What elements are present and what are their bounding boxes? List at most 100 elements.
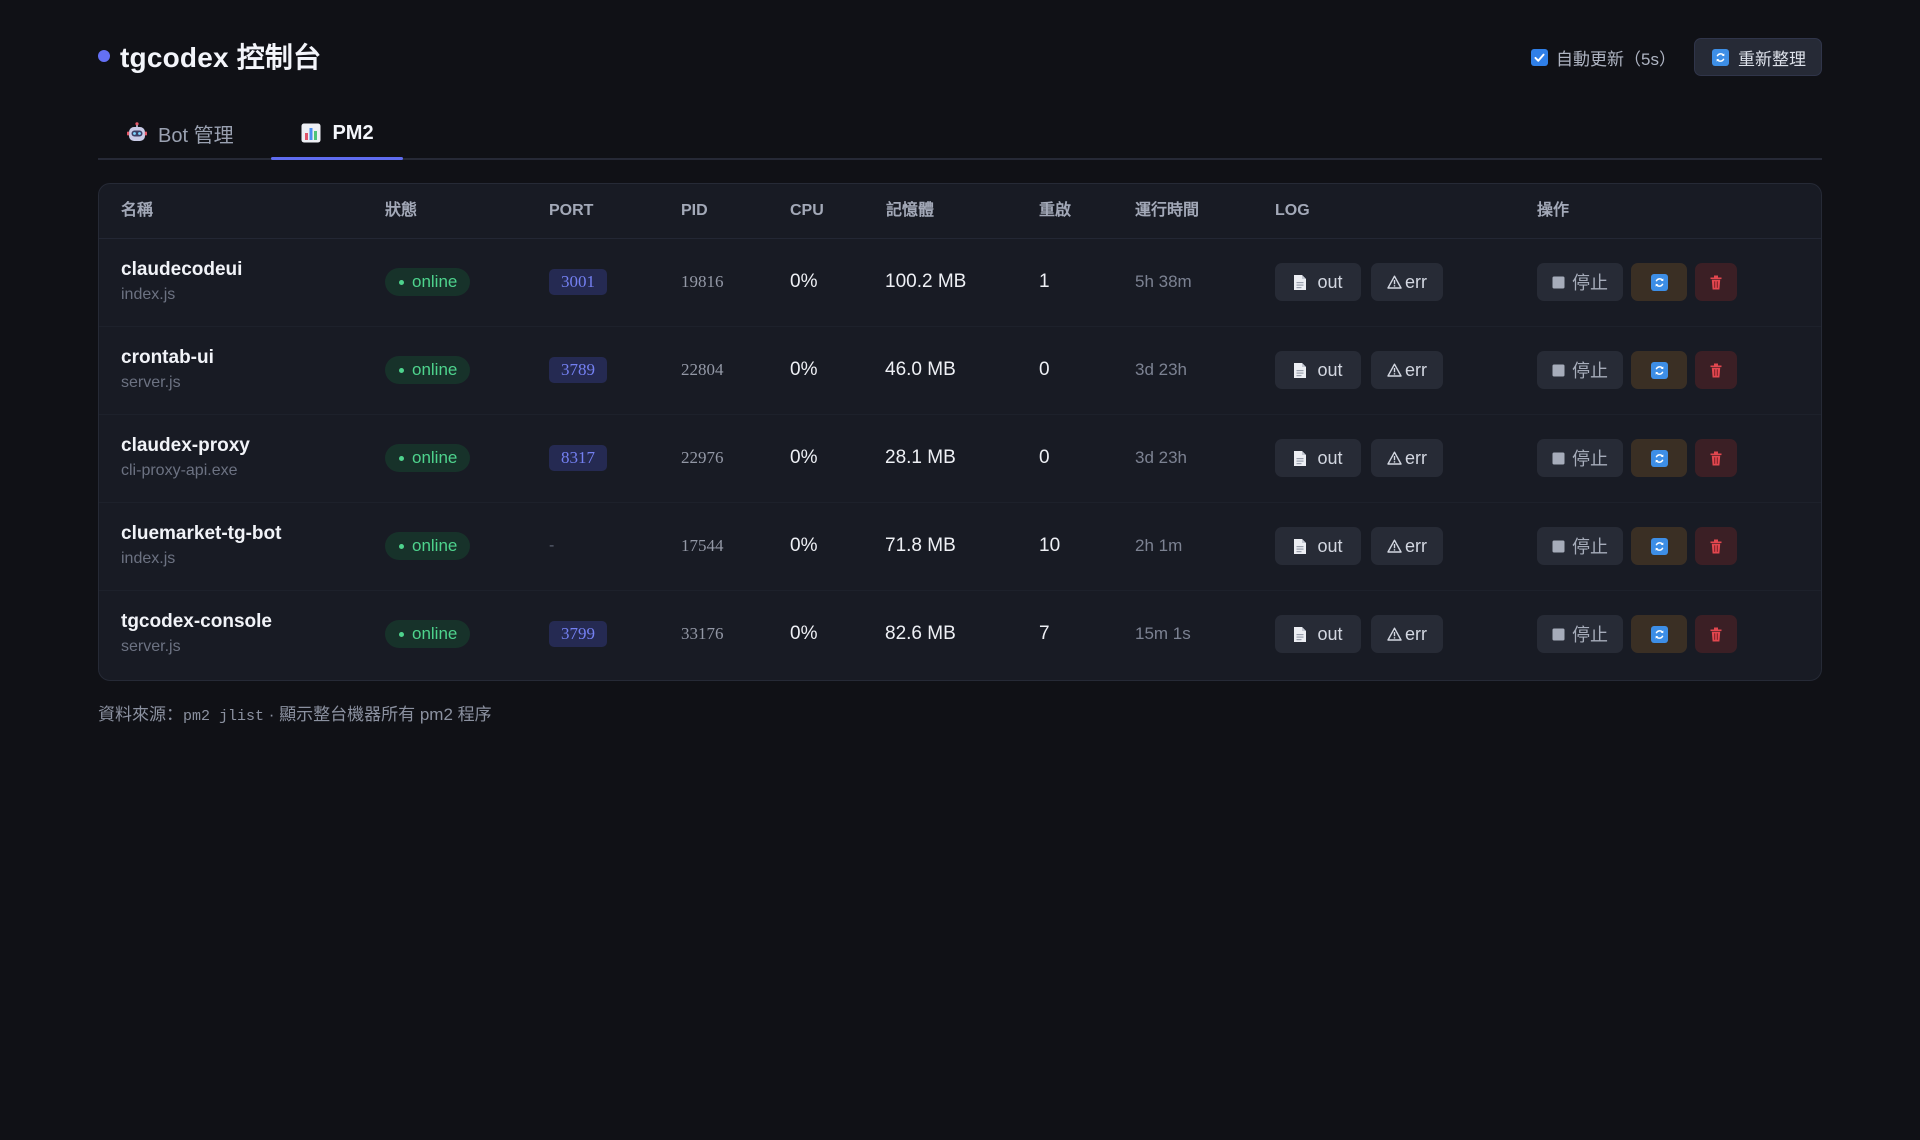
port-badge: 3789 (549, 357, 607, 383)
status-cell: online (385, 414, 471, 502)
app-title: tgcodex 控制台 (120, 42, 322, 73)
delete-button[interactable] (1695, 527, 1737, 565)
tab-bot-management[interactable]: Bot 管理 (126, 108, 234, 158)
restarts-value: 0 (1039, 447, 1050, 468)
port-badge: 3799 (549, 621, 607, 647)
uptime-cell: 5h 38m (1135, 238, 1192, 326)
refresh-button-label: 重新整理 (1738, 49, 1806, 69)
port-empty: - (549, 537, 555, 554)
log-cell: out err (1275, 238, 1443, 326)
robot-icon (126, 122, 148, 144)
stop-square-icon (1552, 628, 1565, 641)
table-row: cluemarket-tg-bot index.js online - 1754… (99, 502, 1821, 591)
uptime-cell: 2h 1m (1135, 502, 1182, 590)
out-label: out (1317, 447, 1343, 468)
restart-button[interactable] (1631, 351, 1687, 389)
column-header-actions: 操作 (1537, 202, 1570, 219)
stop-button[interactable]: 停止 (1537, 351, 1623, 389)
column-header-memory: 記憶體 (886, 202, 935, 219)
process-script: cli-proxy-api.exe (121, 462, 238, 479)
pid-value: 19816 (681, 272, 724, 291)
process-name-cell: claudecodeui index.js (121, 238, 242, 326)
cpu-cell: 0% (790, 238, 817, 326)
arrows-refresh-icon (1650, 625, 1668, 643)
auto-refresh-toggle[interactable]: 自動更新（5s） (1531, 45, 1676, 70)
restart-button[interactable] (1631, 527, 1687, 565)
uptime-value: 5h 38m (1135, 272, 1192, 291)
stop-button[interactable]: 停止 (1537, 527, 1623, 565)
arrows-refresh-icon (1712, 48, 1729, 66)
view-err-log-button[interactable]: err (1371, 615, 1443, 653)
process-name-cell: cluemarket-tg-bot index.js (121, 502, 281, 590)
document-icon (1293, 626, 1307, 643)
warning-icon (1387, 539, 1402, 553)
delete-button[interactable] (1695, 263, 1737, 301)
stop-square-icon (1552, 540, 1565, 553)
column-header-uptime: 運行時間 (1135, 202, 1200, 219)
view-err-log-button[interactable]: err (1371, 263, 1443, 301)
process-name: crontab-ui (121, 347, 214, 368)
table-row: claudecodeui index.js online 3001 19816 … (99, 238, 1821, 327)
status-badge: online (385, 268, 471, 296)
table-row: crontab-ui server.js online 3789 22804 0… (99, 326, 1821, 415)
restart-button[interactable] (1631, 439, 1687, 477)
footer-prefix: 資料來源： (98, 705, 183, 724)
cpu-cell: 0% (790, 502, 817, 590)
table-header: 名稱 狀態 PORT PID CPU 記憶體 重啟 運行時間 LOG 操作 (99, 184, 1821, 239)
out-label: out (1317, 535, 1343, 556)
actions-cell: 停止 (1537, 238, 1737, 326)
restart-button[interactable] (1631, 615, 1687, 653)
trash-icon (1710, 363, 1722, 378)
cpu-value: 0% (790, 447, 818, 468)
memory-cell: 71.8 MB (885, 502, 956, 590)
view-out-log-button[interactable]: out (1275, 263, 1361, 301)
online-dot-icon (399, 543, 404, 549)
refresh-button[interactable]: 重新整理 (1694, 38, 1822, 76)
brand: tgcodex 控制台 (98, 36, 321, 76)
column-header-name: 名稱 (121, 202, 154, 219)
warning-icon (1387, 275, 1402, 289)
port-cell: 3001 (549, 238, 607, 326)
view-err-log-button[interactable]: err (1371, 439, 1443, 477)
process-name-cell: tgcodex-console server.js (121, 590, 272, 678)
checkbox-checked-icon[interactable] (1531, 48, 1549, 66)
err-label: err (1405, 447, 1427, 468)
delete-button[interactable] (1695, 351, 1737, 389)
footer-suffix: · 顯示整台機器所有 pm2 程序 (268, 705, 492, 724)
stop-button[interactable]: 停止 (1537, 263, 1623, 301)
pid-value: 17544 (681, 536, 724, 555)
pm2-console-page: tgcodex 控制台 自動更新（5s） 重新整理 Bot 管理 PM2 名稱 … (0, 0, 1920, 1140)
view-err-log-button[interactable]: err (1371, 351, 1443, 389)
status-badge: online (385, 444, 471, 472)
tab-label: Bot 管理 (158, 124, 234, 147)
port-cell: 3799 (549, 590, 607, 678)
restarts-cell: 1 (1039, 238, 1050, 326)
status-badge: online (385, 532, 471, 560)
stop-label: 停止 (1572, 361, 1608, 381)
delete-button[interactable] (1695, 615, 1737, 653)
status-dot-icon (98, 50, 110, 62)
cpu-value: 0% (790, 271, 818, 292)
restart-button[interactable] (1631, 263, 1687, 301)
view-out-log-button[interactable]: out (1275, 439, 1361, 477)
restarts-value: 1 (1039, 271, 1050, 292)
process-name-cell: claudex-proxy cli-proxy-api.exe (121, 414, 250, 502)
view-out-log-button[interactable]: out (1275, 351, 1361, 389)
pid-value: 33176 (681, 624, 724, 643)
status-cell: online (385, 590, 471, 678)
status-cell: online (385, 326, 471, 414)
pid-value: 22804 (681, 360, 724, 379)
stop-button[interactable]: 停止 (1537, 439, 1623, 477)
table-row: tgcodex-console server.js online 3799 33… (99, 590, 1821, 678)
restarts-value: 10 (1039, 535, 1061, 556)
delete-button[interactable] (1695, 439, 1737, 477)
stop-button[interactable]: 停止 (1537, 615, 1623, 653)
view-out-log-button[interactable]: out (1275, 615, 1361, 653)
status-badge: online (385, 620, 471, 648)
port-value: 3789 (549, 357, 607, 383)
tab-pm2[interactable]: PM2 (271, 108, 403, 160)
port-badge: 8317 (549, 445, 607, 471)
view-err-log-button[interactable]: err (1371, 527, 1443, 565)
process-script: index.js (121, 286, 176, 303)
view-out-log-button[interactable]: out (1275, 527, 1361, 565)
